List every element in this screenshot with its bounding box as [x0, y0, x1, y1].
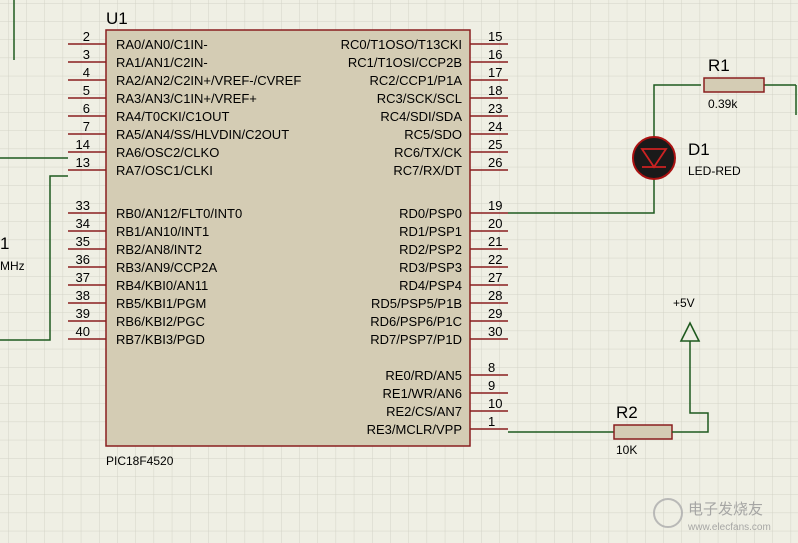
right-pin-label: RC1/T1OSI/CCP2B: [348, 55, 462, 70]
chip-ref-label: U1: [106, 9, 128, 28]
right-pin-label: RD4/PSP4: [399, 278, 462, 293]
left-pin-label: RB7/KBI3/PGD: [116, 332, 205, 347]
r2-value-label: 10K: [616, 443, 637, 457]
d1-ref-label: D1: [688, 140, 710, 159]
right-pin-label: RC6/TX/CK: [394, 145, 462, 160]
right-pin-number: 28: [488, 288, 502, 303]
r1-body: [703, 77, 765, 93]
r1-ref-label: R1: [708, 56, 730, 75]
right-pin-label: RE0/RD/AN5: [385, 368, 462, 383]
crystal-value-label: MHz: [0, 259, 25, 273]
right-pin-label: RC0/T1OSO/T13CKI: [341, 37, 462, 52]
right-pin-label: RE1/WR/AN6: [383, 386, 462, 401]
d1-value-label: LED-RED: [688, 164, 741, 178]
left-pin-label: RB2/AN8/INT2: [116, 242, 202, 257]
left-pin-label: RA4/T0CKI/C1OUT: [116, 109, 229, 124]
left-pin-number: 14: [76, 137, 90, 152]
right-pin-number: 1: [488, 414, 495, 429]
right-pin-number: 21: [488, 234, 502, 249]
right-pin-number: 27: [488, 270, 502, 285]
power-label: +5V: [673, 296, 695, 310]
right-pin-number: 8: [488, 360, 495, 375]
right-pin-number: 9: [488, 378, 495, 393]
left-pin-number: 40: [76, 324, 90, 339]
right-pin-number: 22: [488, 252, 502, 267]
right-pin-label: RD5/PSP5/P1B: [371, 296, 462, 311]
right-pin-number: 26: [488, 155, 502, 170]
left-pin-label: RB0/AN12/FLT0/INT0: [116, 206, 242, 221]
watermark-text: 电子发烧友: [688, 500, 763, 518]
left-pin-label: RB4/KBI0/AN11: [116, 278, 208, 293]
right-pin-number: 24: [488, 119, 502, 134]
left-pin-label: RB3/AN9/CCP2A: [116, 260, 217, 275]
right-pin-number: 10: [488, 396, 502, 411]
right-pin-label: RD0/PSP0: [399, 206, 462, 221]
left-pin-number: 35: [76, 234, 90, 249]
left-pin-label: RA2/AN2/C2IN+/VREF-/CVREF: [116, 73, 301, 88]
right-pin-number: 30: [488, 324, 502, 339]
right-pin-label: RD3/PSP3: [399, 260, 462, 275]
left-pin-label: RB1/AN10/INT1: [116, 224, 209, 239]
left-pin-label: RA3/AN3/C1IN+/VREF+: [116, 91, 257, 106]
right-pin-number: 16: [488, 47, 502, 62]
r2-ref-label: R2: [616, 403, 638, 422]
right-pin-number: 29: [488, 306, 502, 321]
right-pin-label: RC2/CCP1/P1A: [370, 73, 463, 88]
left-pin-number: 39: [76, 306, 90, 321]
r2-body: [613, 424, 673, 440]
left-pin-label: RB6/KBI2/PGC: [116, 314, 205, 329]
left-pin-number: 7: [83, 119, 90, 134]
right-pin-label: RC4/SDI/SDA: [380, 109, 462, 124]
r1-value-label: 0.39k: [708, 97, 738, 111]
left-pin-label: RB5/KBI1/PGM: [116, 296, 206, 311]
right-pin-label: RE2/CS/AN7: [386, 404, 462, 419]
chip-part-label: PIC18F4520: [106, 454, 174, 468]
schematic-canvas: 1 MHz U1 PIC18F4520 2 RA0/AN0/C1IN- 3 RA1/A…: [0, 0, 798, 543]
right-pin-label: RC5/SDO: [404, 127, 462, 142]
right-pin-label: RC3/SCK/SCL: [377, 91, 462, 106]
right-pin-label: RC7/RX/DT: [393, 163, 462, 178]
left-pin-number: 6: [83, 101, 90, 116]
left-pin-number: 2: [83, 29, 90, 44]
left-pin-number: 3: [83, 47, 90, 62]
left-pin-label: RA7/OSC1/CLKI: [116, 163, 213, 178]
right-pin-number: 17: [488, 65, 502, 80]
left-pin-number: 5: [83, 83, 90, 98]
left-pin-number: 4: [83, 65, 90, 80]
left-pin-number: 34: [76, 216, 90, 231]
right-pin-number: 15: [488, 29, 502, 44]
right-pin-label: RD7/PSP7/P1D: [370, 332, 462, 347]
right-pin-number: 19: [488, 198, 502, 213]
right-pin-number: 20: [488, 216, 502, 231]
right-pin-number: 18: [488, 83, 502, 98]
right-pin-label: RD6/PSP6/P1C: [370, 314, 462, 329]
left-pin-number: 37: [76, 270, 90, 285]
right-pin-number: 23: [488, 101, 502, 116]
left-pin-number: 13: [76, 155, 90, 170]
led-d1: [632, 136, 676, 180]
left-pin-number: 33: [76, 198, 90, 213]
right-pin-number: 25: [488, 137, 502, 152]
right-pin-label: RD2/PSP2: [399, 242, 462, 257]
right-pin-label: RD1/PSP1: [399, 224, 462, 239]
left-pin-number: 36: [76, 252, 90, 267]
left-pin-label: RA1/AN1/C2IN-: [116, 55, 208, 70]
left-pin-label: RA6/OSC2/CLKO: [116, 145, 219, 160]
left-pin-label: RA5/AN4/SS/HLVDIN/C2OUT: [116, 127, 289, 142]
watermark-sub: www.elecfans.com: [687, 522, 771, 533]
crystal-ref-label: 1: [0, 234, 9, 253]
left-pin-label: RA0/AN0/C1IN-: [116, 37, 208, 52]
left-pin-number: 38: [76, 288, 90, 303]
right-pin-label: RE3/MCLR/VPP: [367, 422, 462, 437]
